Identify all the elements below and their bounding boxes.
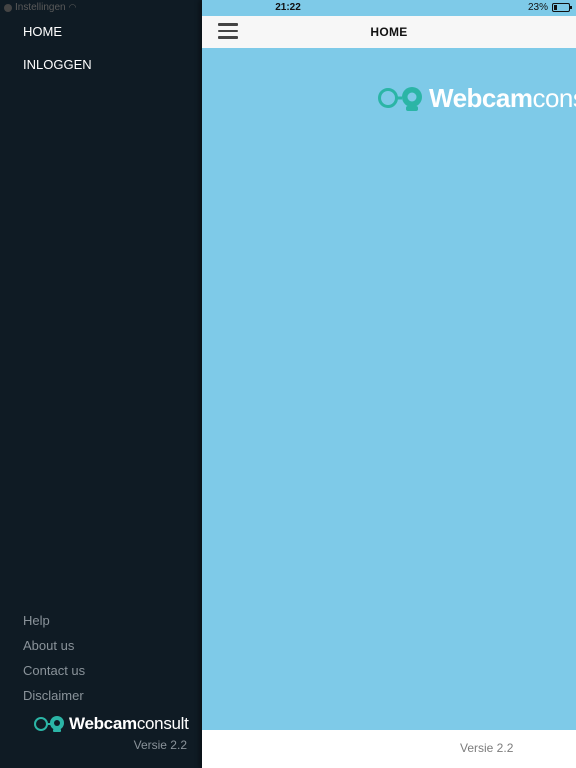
wifi-icon: ◠: [68, 2, 77, 12]
hero-banner: Webcamconsult: [202, 48, 576, 730]
status-time: 21:22: [275, 2, 301, 13]
side-menu-item-inloggen[interactable]: INLOGGEN: [23, 57, 92, 90]
side-menu-logo: Webcamconsult: [33, 714, 189, 734]
status-battery: 23%: [527, 2, 572, 13]
side-menu: HOME INLOGGEN Help About us Contact us D…: [0, 0, 202, 768]
side-version-label: Versie 2.2: [133, 738, 187, 752]
about-us-link[interactable]: About us: [23, 638, 85, 663]
main-content: HOME Webcamconsult Versie 2.2: [202, 0, 576, 768]
webcam-logo-icon: [34, 716, 64, 732]
disclaimer-link[interactable]: Disclaimer: [23, 688, 85, 713]
status-back[interactable]: Instellingen ◠: [4, 2, 76, 13]
side-menu-item-home[interactable]: HOME: [23, 24, 92, 57]
side-menu-footer-links: Help About us Contact us Disclaimer: [23, 613, 85, 713]
contact-us-link[interactable]: Contact us: [23, 663, 85, 688]
battery-percent: 23%: [527, 2, 548, 13]
help-link[interactable]: Help: [23, 613, 85, 638]
bottom-bar: Versie 2.2: [202, 730, 576, 768]
hero-logo-text: Webcamconsult: [429, 83, 576, 113]
battery-icon: [552, 3, 572, 12]
bottom-version-label: Versie 2.2: [460, 741, 514, 755]
side-menu-nav: HOME INLOGGEN: [23, 24, 92, 90]
page-title: HOME: [370, 25, 408, 39]
back-icon: [4, 3, 12, 12]
webcam-logo-icon: [378, 86, 422, 111]
back-label: Instellingen: [15, 2, 66, 13]
side-logo-text: Webcamconsult: [69, 714, 189, 733]
hero-logo: Webcamconsult: [377, 83, 576, 114]
top-bar: HOME: [202, 16, 576, 49]
status-bar: Instellingen ◠ 21:22 23%: [0, 0, 576, 16]
